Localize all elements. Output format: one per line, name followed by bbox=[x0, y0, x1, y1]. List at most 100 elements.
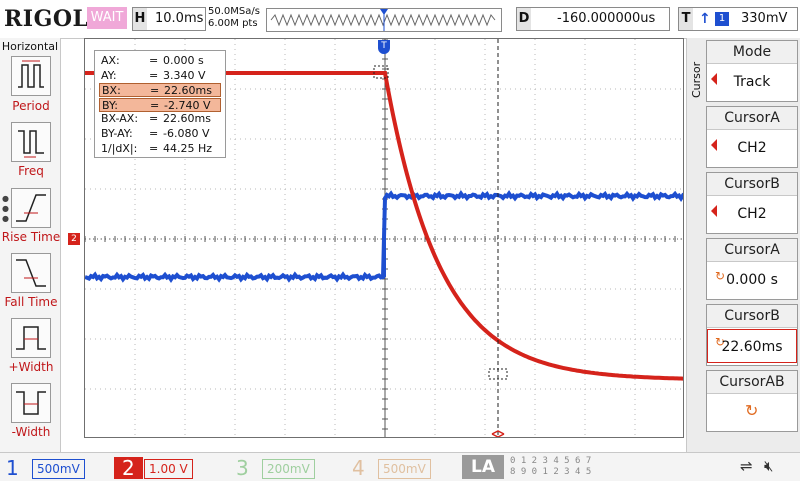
page-dots-icon: ● ● ● bbox=[2, 194, 9, 223]
measure-panel: Horizontal Period Freq ● ● ● Rise Time Fal… bbox=[0, 38, 61, 452]
logic-bits-bottom: 8 9 0 1 2 3 4 5 bbox=[510, 467, 592, 477]
usb-icon: ⇌ bbox=[740, 457, 753, 475]
channel-2-button[interactable]: 2 bbox=[114, 457, 143, 479]
period-icon bbox=[18, 60, 44, 88]
readout-row: BY: = -2.740 V bbox=[99, 97, 221, 112]
readout-equals: = bbox=[149, 141, 159, 155]
cursor-menu-item-value: 22.60ms bbox=[707, 329, 797, 363]
memory-waveform-icon bbox=[270, 9, 496, 31]
rise-time-icon bbox=[16, 194, 46, 222]
readout-equals: = bbox=[150, 98, 160, 112]
trigger-box[interactable]: T ↑ 1 330mV bbox=[678, 7, 798, 31]
cursor-menu-item-value: CH2 bbox=[737, 206, 767, 222]
readout-equals: = bbox=[149, 54, 159, 67]
delay-value: -160.000000us bbox=[557, 11, 656, 26]
positive-width-icon bbox=[16, 326, 46, 350]
cursor-menu-item-value: 0.000 s bbox=[726, 272, 778, 288]
rigol-logo: RIGOL bbox=[4, 6, 89, 32]
freq-icon bbox=[18, 130, 44, 158]
channel-4-scale[interactable]: 500mV bbox=[378, 459, 431, 479]
cursor-menu-item-title: CursorA bbox=[707, 239, 797, 262]
delay-box[interactable]: D -160.000000us bbox=[516, 7, 670, 31]
channel-1-scale[interactable]: 500mV bbox=[32, 459, 85, 479]
channel-status-bar: 1 500mV 2 1.00 V 3 200mV 4 500mV LA 0 1 2 3 4 5… bbox=[0, 452, 800, 481]
readout-key: BX: bbox=[102, 84, 121, 98]
cursor-menu-item-cursorab[interactable]: CursorAB ↻ bbox=[706, 370, 798, 432]
memory-position-strip[interactable] bbox=[266, 8, 502, 32]
readout-key: AX: bbox=[101, 54, 120, 67]
cursor-menu-item-title: Mode bbox=[707, 41, 797, 64]
cursor-readout: AX: = 0.000 s AY: = 3.340 V BX: = 22.60ms BY: = -2.… bbox=[94, 50, 226, 158]
period-label: Period bbox=[12, 99, 50, 113]
cursor-menu-item-value: Track bbox=[733, 74, 771, 90]
cursor-menu-item-title: CursorA bbox=[707, 107, 797, 130]
sample-rate: 50.0MSa/s bbox=[208, 6, 260, 17]
freq-button[interactable] bbox=[11, 122, 51, 162]
logic-bits-top: 0 1 2 3 4 5 6 7 bbox=[510, 456, 592, 466]
freq-label: Freq bbox=[18, 164, 44, 178]
readout-key: BY-AY: bbox=[101, 127, 133, 140]
cursor-menu-item-title: CursorAB bbox=[707, 371, 797, 394]
cursor-menu-item-title: CursorB bbox=[707, 173, 797, 196]
readout-key: AY: bbox=[101, 68, 117, 82]
cursor-menu-item-mode[interactable]: Mode Track bbox=[706, 40, 798, 102]
readout-row: BX-AX: = 22.60ms bbox=[99, 112, 221, 126]
readout-equals: = bbox=[149, 127, 159, 140]
readout-equals: = bbox=[149, 112, 159, 126]
cursor-menu-item-title: CursorB bbox=[707, 305, 797, 328]
timebase-value: 10.0ms bbox=[155, 11, 204, 26]
trigger-position-marker[interactable]: T bbox=[378, 40, 390, 54]
readout-value: 44.25 Hz bbox=[163, 141, 213, 155]
readout-key: 1/|dX|: bbox=[101, 141, 138, 155]
speaker-mute-icon[interactable]: 🔇︎ bbox=[764, 457, 773, 475]
top-status-bar: RIGOL WAIT H 10.0ms 50.0MSa/s 6.00M pts … bbox=[0, 0, 800, 39]
readout-value: 22.60ms bbox=[164, 84, 212, 98]
delay-letter: D bbox=[517, 8, 531, 30]
rise-time-label: Rise Time bbox=[1, 230, 61, 244]
timebase-letter: H bbox=[133, 8, 147, 30]
readout-value: -6.080 V bbox=[163, 127, 210, 140]
channel-3-scale[interactable]: 200mV bbox=[262, 459, 315, 479]
fall-time-label: Fall Time bbox=[4, 295, 58, 309]
positive-width-label: +Width bbox=[8, 360, 54, 374]
acquisition-info: 50.0MSa/s 6.00M pts bbox=[208, 6, 260, 30]
fall-time-button[interactable] bbox=[11, 253, 51, 293]
channel-4-button[interactable]: 4 bbox=[352, 457, 365, 479]
readout-value: 22.60ms bbox=[163, 112, 211, 126]
cursor-menu-item-cursorb[interactable]: CursorB ↻ 22.60ms bbox=[706, 304, 798, 366]
measure-panel-title: Horizontal bbox=[1, 40, 59, 53]
readout-row: BX: = 22.60ms bbox=[99, 83, 221, 98]
cursor-menu-item-cursora[interactable]: CursorA ↻ 0.000 s bbox=[706, 238, 798, 300]
readout-row: BY-AY: = -6.080 V bbox=[99, 127, 221, 141]
memory-depth: 6.00M pts bbox=[208, 18, 258, 29]
readout-value: -2.740 V bbox=[164, 98, 211, 112]
channel-2-scale[interactable]: 1.00 V bbox=[144, 459, 193, 479]
fall-time-icon bbox=[16, 259, 46, 287]
readout-equals: = bbox=[149, 68, 159, 82]
readout-row: AX: = 0.000 s bbox=[99, 54, 221, 68]
channel-3-button[interactable]: 3 bbox=[236, 457, 249, 479]
logic-analyzer-badge[interactable]: LA bbox=[462, 455, 504, 479]
run-state-badge[interactable]: WAIT bbox=[87, 7, 127, 29]
rising-edge-icon: ↑ bbox=[699, 11, 711, 27]
channel-1-button[interactable]: 1 bbox=[6, 457, 19, 479]
trigger-letter: T bbox=[679, 8, 693, 30]
trigger-level: 330mV bbox=[741, 11, 788, 26]
trigger-source-badge: 1 bbox=[715, 12, 729, 26]
cursor-menu-item-value bbox=[707, 395, 797, 429]
negative-width-button[interactable] bbox=[11, 383, 51, 423]
cursor-menu-item-cursora[interactable]: CursorA CH2 bbox=[706, 106, 798, 168]
readout-equals: = bbox=[150, 84, 160, 98]
cursor-menu-item-cursorb[interactable]: CursorB CH2 bbox=[706, 172, 798, 234]
rise-time-button[interactable] bbox=[11, 188, 51, 228]
cursor-menu-label: Cursor bbox=[690, 61, 703, 99]
period-button[interactable] bbox=[11, 56, 51, 96]
positive-width-button[interactable] bbox=[11, 318, 51, 358]
readout-row: 1/|dX|: = 44.25 Hz bbox=[99, 142, 221, 156]
cursor-menu-item-value: CH2 bbox=[737, 140, 767, 156]
negative-width-icon bbox=[16, 391, 46, 415]
readout-value: 0.000 s bbox=[163, 54, 204, 67]
timebase-box[interactable]: H 10.0ms bbox=[132, 7, 206, 31]
ch2-offset-marker[interactable]: 2 bbox=[68, 233, 80, 245]
readout-key: BX-AX: bbox=[101, 112, 139, 126]
